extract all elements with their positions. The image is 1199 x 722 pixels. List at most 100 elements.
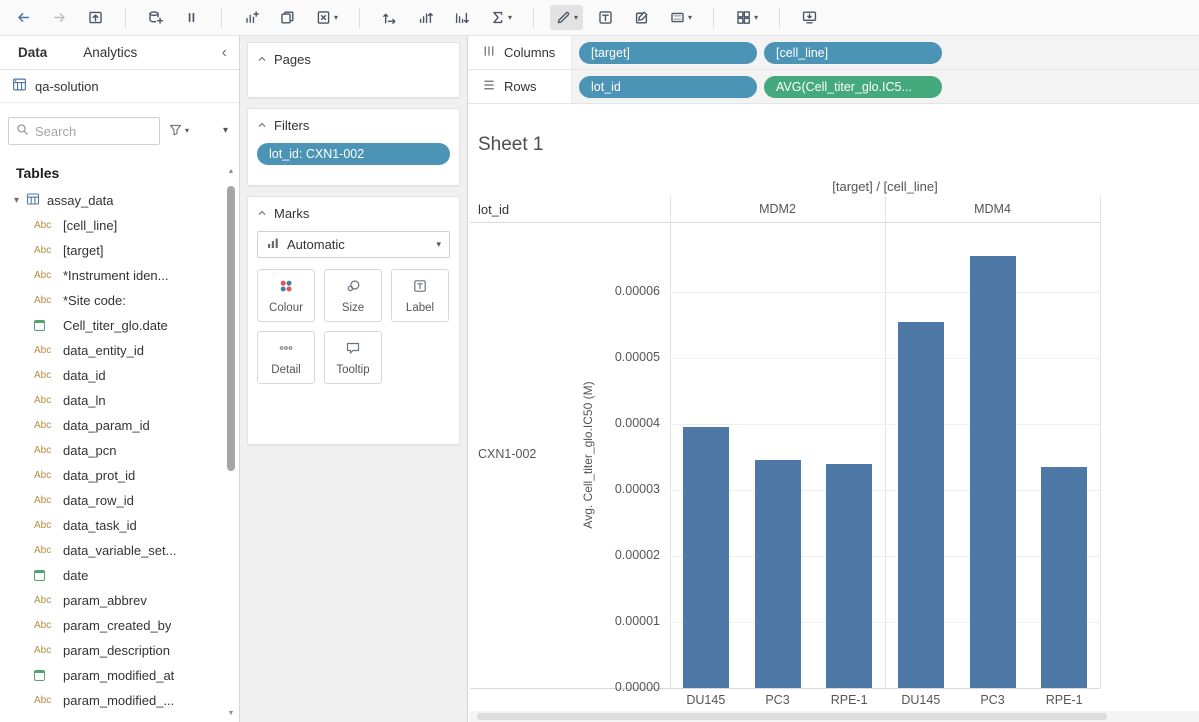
shelf-pill--cell-line-[interactable]: [cell_line]: [764, 42, 942, 64]
field-list: Abc[cell_line]Abc[target]Abc*Instrument …: [0, 213, 239, 713]
field-item[interactable]: Abc[target]: [0, 238, 239, 263]
filter-pill-lot-id[interactable]: lot_id: CXN1-002: [257, 143, 450, 165]
field-item[interactable]: Abcparam_created_by: [0, 613, 239, 638]
columns-shelf[interactable]: [target] [cell_line]: [572, 36, 1199, 69]
datasource-icon: [12, 77, 27, 95]
field-item[interactable]: Abcdata_prot_id: [0, 463, 239, 488]
swap-rows-columns-button[interactable]: [376, 5, 403, 30]
pause-icon: [183, 9, 200, 26]
pause-auto-updates-button[interactable]: [178, 5, 205, 30]
dropdown-caret-icon: ▾: [574, 14, 578, 22]
table-assay-data[interactable]: ▾ assay_data: [0, 187, 239, 213]
data-pane: Data Analytics ‹ qa-solution ▾ ▾ Tables …: [0, 36, 240, 722]
field-item[interactable]: Abcdata_ln: [0, 388, 239, 413]
detail-label: Detail: [271, 364, 300, 376]
field-item[interactable]: Abcparam_description: [0, 638, 239, 663]
field-item[interactable]: Cell_titer_glo.date: [0, 313, 239, 338]
highlight-button[interactable]: ▾: [550, 5, 583, 30]
arrow-left-icon: [15, 9, 32, 26]
field-item[interactable]: date: [0, 563, 239, 588]
field-item[interactable]: Abcdata_entity_id: [0, 338, 239, 363]
search-box[interactable]: [8, 117, 160, 145]
scrollbar-thumb[interactable]: [477, 713, 1107, 720]
save-icon: [87, 9, 104, 26]
sort-ascending-button[interactable]: [412, 5, 439, 30]
arrow-right-icon: [51, 9, 68, 26]
labels-icon: [597, 9, 614, 26]
text-field-icon: Abc: [34, 695, 56, 706]
datasource-name: qa-solution: [35, 79, 99, 94]
duplicate-icon: [279, 9, 296, 26]
field-item[interactable]: Abcdata_row_id: [0, 488, 239, 513]
field-item[interactable]: Abc*Instrument iden...: [0, 263, 239, 288]
totals-icon: [489, 9, 506, 26]
search-row: ▾ ▾: [0, 103, 239, 155]
text-field-icon: Abc: [34, 245, 56, 256]
save-button[interactable]: [82, 5, 109, 30]
field-item[interactable]: Abcdata_task_id: [0, 513, 239, 538]
fields-scrollbar[interactable]: ▲ ▼: [226, 166, 236, 722]
colour-button[interactable]: Colour: [257, 269, 315, 322]
field-item[interactable]: Abcparam_abbrev: [0, 588, 239, 613]
presentation-icon: [801, 9, 818, 26]
toolbar-separator: [533, 8, 534, 28]
dropdown-caret-icon: ▾: [508, 14, 512, 22]
collapse-card-button[interactable]: [257, 118, 267, 133]
field-label: data_param_id: [63, 418, 150, 433]
shelf-pill-lot-id[interactable]: lot_id: [579, 76, 757, 98]
chevron-down-icon: ▾: [223, 126, 228, 136]
clear-sheet-button[interactable]: ▾: [310, 5, 343, 30]
search-input[interactable]: [35, 124, 152, 139]
field-label: data_variable_set...: [63, 543, 176, 558]
undo-button[interactable]: [10, 5, 37, 30]
detail-button[interactable]: Detail: [257, 331, 315, 384]
size-icon: [345, 278, 361, 297]
shelf-pill--target-[interactable]: [target]: [579, 42, 757, 64]
field-item[interactable]: Abcdata_pcn: [0, 438, 239, 463]
tab-analytics[interactable]: Analytics: [65, 36, 155, 69]
redo-button[interactable]: [46, 5, 73, 30]
collapse-card-button[interactable]: [257, 206, 267, 221]
scroll-down-button[interactable]: ▼: [226, 708, 236, 720]
field-label: param_description: [63, 643, 170, 658]
size-button[interactable]: Size: [324, 269, 382, 322]
text-field-icon: Abc: [34, 345, 56, 356]
field-item[interactable]: Abcdata_id: [0, 363, 239, 388]
duplicate-sheet-button[interactable]: [274, 5, 301, 30]
field-item[interactable]: Abc[cell_line]: [0, 213, 239, 238]
new-data-source-button[interactable]: [142, 5, 169, 30]
field-item[interactable]: Abcdata_param_id: [0, 413, 239, 438]
text-field-icon: Abc: [34, 620, 56, 631]
field-item[interactable]: Abc*Site code:: [0, 288, 239, 313]
scrollbar-thumb[interactable]: [227, 186, 235, 471]
show-hide-cards-button[interactable]: ▾: [730, 5, 763, 30]
horizontal-scrollbar[interactable]: [469, 711, 1199, 722]
totals-button[interactable]: ▾: [484, 5, 517, 30]
field-label: param_abbrev: [63, 593, 147, 608]
field-filter-button[interactable]: ▾: [165, 119, 192, 143]
presentation-mode-button[interactable]: [796, 5, 823, 30]
collapse-card-button[interactable]: [257, 52, 267, 67]
mark-type-dropdown[interactable]: Automatic ▾: [257, 231, 450, 258]
tab-data[interactable]: Data: [0, 36, 65, 69]
toolbar-separator: [359, 8, 360, 28]
rows-shelf[interactable]: lot_id AVG(Cell_titer_glo.IC5...: [572, 70, 1199, 103]
sort-descending-button[interactable]: [448, 5, 475, 30]
tooltip-button[interactable]: Tooltip: [324, 331, 382, 384]
format-button[interactable]: [628, 5, 655, 30]
field-item[interactable]: param_modified_at: [0, 663, 239, 688]
scroll-up-button[interactable]: ▲: [226, 166, 236, 178]
tab-analytics-label: Analytics: [83, 45, 137, 60]
data-pane-menu-button[interactable]: ▾: [220, 123, 231, 139]
new-worksheet-button[interactable]: [238, 5, 265, 30]
fit-button[interactable]: ▾: [664, 5, 697, 30]
collapse-pane-button[interactable]: ‹: [210, 36, 239, 69]
show-mark-labels-button[interactable]: [592, 5, 619, 30]
field-item[interactable]: Abcparam_modified_...: [0, 688, 239, 713]
datasource-row[interactable]: qa-solution: [0, 70, 239, 103]
columns-label-text: Columns: [504, 45, 555, 60]
text-field-icon: Abc: [34, 470, 56, 481]
shelf-pill-avg-cell-titer-glo-ic5-[interactable]: AVG(Cell_titer_glo.IC5...: [764, 76, 942, 98]
field-item[interactable]: Abcdata_variable_set...: [0, 538, 239, 563]
label-button[interactable]: Label: [391, 269, 449, 322]
